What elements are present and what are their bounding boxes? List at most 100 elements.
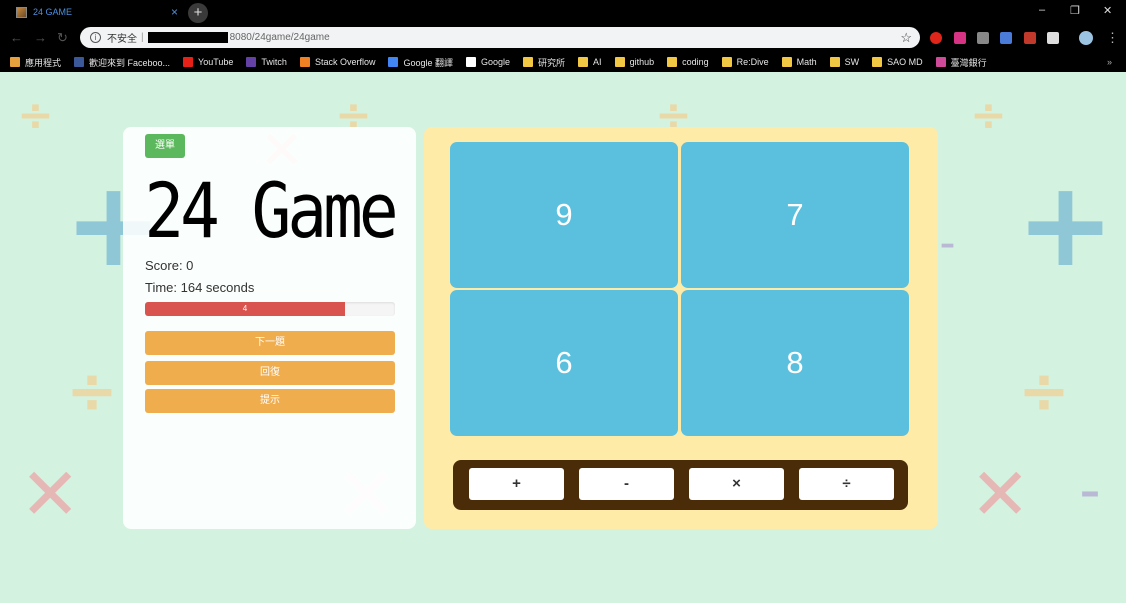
plus-operator-button[interactable]: +	[469, 468, 564, 500]
number-card[interactable]: 8	[681, 290, 909, 436]
number-card[interactable]: 7	[681, 142, 909, 288]
browser-titlebar: 24 GAME × + – ❐ ✕	[0, 0, 1126, 24]
times-symbol-decoration: ✕	[20, 452, 81, 536]
new-tab-button[interactable]: +	[188, 3, 208, 23]
bookmark-label: Twitch	[261, 57, 287, 67]
browser-tab[interactable]: 24 GAME ×	[6, 0, 184, 24]
extension-gamepad-icon[interactable]	[977, 32, 989, 44]
info-icon[interactable]: i	[90, 32, 101, 43]
url-text[interactable]: 8080/24game/24game	[230, 32, 901, 43]
profile-avatar[interactable]	[1079, 31, 1093, 45]
bookmark-label: 臺灣銀行	[950, 57, 987, 68]
bookmark-star-icon[interactable]: ☆	[900, 30, 912, 46]
browser-toolbar: ← → ↻ i 不安全 | 8080/24game/24game ☆ ⋮	[0, 24, 1126, 52]
bookmark-label: YouTube	[198, 57, 234, 67]
bank-icon	[935, 57, 946, 67]
bookmark-item[interactable]: SW	[829, 57, 860, 67]
address-separator: |	[141, 32, 144, 43]
security-label: 不安全	[107, 34, 137, 45]
bookmark-item[interactable]: github	[614, 57, 655, 67]
bookmark-label: SW	[844, 57, 860, 67]
bookmark-label: Stack Overflow	[314, 57, 376, 67]
google-translate-icon	[388, 57, 399, 67]
google-icon	[466, 57, 476, 67]
bookmarks-more-icon[interactable]: »	[1107, 57, 1112, 67]
timer-progress-bar: 4	[145, 302, 345, 316]
forward-button[interactable]: →	[34, 30, 47, 45]
browser-menu-icon[interactable]: ⋮	[1106, 30, 1119, 46]
bookmark-label: 歡迎來到 Faceboo...	[89, 57, 171, 68]
youtube-icon	[183, 57, 194, 67]
folder-icon	[614, 57, 625, 67]
divide-symbol-decoration: ÷	[1018, 354, 1070, 427]
folder-icon	[578, 57, 589, 67]
bookmark-item[interactable]: Stack Overflow	[299, 57, 376, 67]
bookmark-item[interactable]: 研究所	[523, 56, 565, 69]
bookmark-label: Re:Dive	[736, 57, 769, 67]
bookmark-label: SAO MD	[887, 57, 923, 67]
bookmark-label: coding	[682, 57, 709, 67]
folder-icon	[781, 57, 792, 67]
bookmark-item[interactable]: 歡迎來到 Faceboo...	[74, 56, 170, 69]
restore-button[interactable]: ❐	[1070, 4, 1080, 17]
number-card[interactable]: 6	[450, 290, 678, 436]
bookmark-item[interactable]: Math	[781, 57, 817, 67]
folder-icon	[667, 57, 678, 67]
back-button[interactable]: ←	[10, 30, 23, 45]
minus-symbol-decoration: –	[1080, 469, 1100, 515]
extension-translate-icon[interactable]	[1000, 32, 1012, 44]
bookmark-label: Math	[796, 57, 817, 67]
divide-symbol-decoration: ÷	[66, 354, 118, 427]
extension-book-icon[interactable]	[1024, 32, 1036, 44]
game-board: 9 7 6 8 + - × ÷	[424, 127, 938, 529]
apps-grid-icon	[10, 57, 20, 67]
divide-symbol-decoration: ÷	[970, 90, 1007, 141]
multiply-operator-button[interactable]: ×	[689, 468, 784, 500]
extension-cast-icon[interactable]	[1047, 32, 1059, 44]
bookmark-item[interactable]: Google 翻譯	[388, 56, 453, 69]
tab-favicon-icon	[16, 6, 27, 18]
address-bar[interactable]: i 不安全 | 8080/24game/24game ☆	[80, 27, 920, 48]
bookmark-label: 應用程式	[25, 57, 62, 68]
bookmark-item[interactable]: 應用程式	[10, 56, 61, 69]
bookmark-item[interactable]: 臺灣銀行	[935, 56, 987, 69]
bookmark-item[interactable]: AI	[578, 57, 602, 67]
bookmark-label: Google 翻譯	[403, 57, 453, 68]
bookmark-label: 研究所	[538, 57, 566, 68]
menu-button[interactable]: 選單	[145, 134, 185, 158]
bookmark-item[interactable]: Google	[466, 57, 510, 67]
redacted-host	[147, 32, 228, 43]
folder-icon	[523, 57, 534, 67]
bookmarks-bar: 應用程式 歡迎來到 Faceboo... YouTube Twitch Stack Ov…	[0, 52, 1126, 72]
hint-button[interactable]: 提示	[145, 389, 395, 413]
plus-symbol-decoration: +	[1016, 155, 1115, 293]
extension-music-icon[interactable]	[954, 32, 966, 44]
bookmark-item[interactable]: Twitch	[246, 57, 287, 67]
stackoverflow-icon	[299, 57, 310, 67]
reload-button[interactable]: ↻	[57, 30, 68, 46]
bookmark-label: AI	[593, 57, 602, 67]
restore-button[interactable]: 回復	[145, 361, 395, 385]
next-question-button[interactable]: 下一題	[145, 331, 395, 355]
bookmark-label: github	[629, 57, 655, 67]
control-panel: 選單 24 Game Score: 0 Time: 164 seconds 4 …	[123, 127, 416, 529]
close-window-button[interactable]: ✕	[1103, 4, 1112, 17]
score-display: Score: 0	[145, 258, 194, 273]
facebook-icon	[74, 57, 85, 67]
extension-opera-icon[interactable]	[930, 32, 942, 44]
bookmark-item[interactable]: Re:Dive	[721, 57, 769, 67]
operator-bar: + - × ÷	[453, 460, 908, 510]
bookmark-label: Google	[481, 57, 511, 67]
game-title: 24 Game	[144, 167, 398, 256]
minus-operator-button[interactable]: -	[579, 468, 674, 500]
timer-progress: 4	[145, 302, 395, 316]
bookmark-item[interactable]: YouTube	[183, 57, 233, 67]
minus-symbol-decoration: –	[940, 227, 955, 262]
folder-icon	[721, 57, 732, 67]
bookmark-item[interactable]: SAO MD	[872, 57, 923, 67]
tab-close-icon[interactable]: ×	[171, 5, 178, 19]
bookmark-item[interactable]: coding	[667, 57, 709, 67]
divide-operator-button[interactable]: ÷	[799, 468, 894, 500]
number-card[interactable]: 9	[450, 142, 678, 288]
minimize-button[interactable]: –	[1039, 4, 1045, 16]
